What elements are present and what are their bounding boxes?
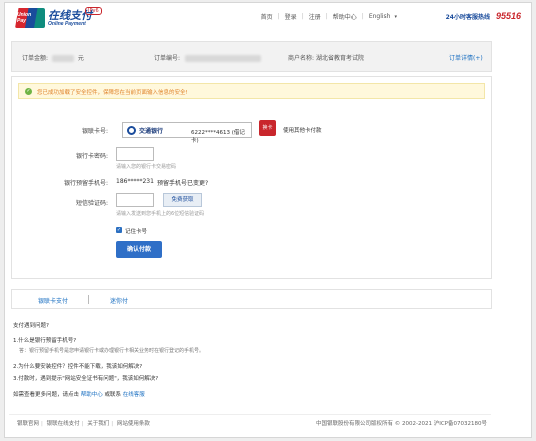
footer-link-online-pay[interactable]: 银联在线支付 <box>47 421 80 427</box>
merchant: 商户名称: 湖北省教育考试院 <box>288 53 364 62</box>
order-amount-label: 订单金额: <box>22 55 49 62</box>
faq-or-text: 或联系 <box>104 392 122 398</box>
hotline: 24小时客服热线 95516 <box>446 11 521 21</box>
order-number-label: 订单编号: <box>154 55 181 62</box>
page: Union Pay 在线支付 Online Payment IPv6 首页 | 登录… <box>4 2 532 438</box>
remember-card-checkbox[interactable]: ✓ <box>116 227 122 233</box>
online-service-link[interactable]: 在线客服 <box>123 392 145 398</box>
payment-form-panel: ✓ 您已成功加载了安全控件，保障您在当前页面输入信息的安全! 银联卡号: 交通银… <box>11 76 492 279</box>
check-icon: ✓ <box>25 88 32 95</box>
order-amount-unit: 元 <box>77 55 84 62</box>
card-select[interactable]: 交通银行 6222****4613 (借记卡) <box>122 122 252 144</box>
tab-divider <box>88 295 89 304</box>
bank-name: 交通银行 <box>139 128 164 135</box>
faq-title: 支付遇到问题? <box>13 323 49 329</box>
tab-unionpay-card[interactable]: 银联卡支付 <box>38 296 68 305</box>
footer-links: 银联官网 | 银联在线支付 | 关于我们 | 网站使用条款 <box>17 421 150 427</box>
sms-code-hint: 请输入发送到您手机上的6位短信验证码 <box>116 211 205 217</box>
notice-text: 您已成功加载了安全控件，保障您在当前页面输入信息的安全! <box>37 90 188 96</box>
merchant-name: 湖北省教育考试院 <box>315 55 364 62</box>
header: Union Pay 在线支付 Online Payment IPv6 首页 | 登录… <box>5 3 531 33</box>
faq-a1: 答：银行预留手机号是您申请银行卡或办理银行卡相关业务时在银行登记的手机号。 <box>19 348 205 354</box>
footer-link-about[interactable]: 关于我们 <box>87 421 109 427</box>
faq-q3[interactable]: 3.付款时，遇到提示"网站安全证书有问题"，我该如何解决? <box>13 374 158 382</box>
nav-login[interactable]: 登录 <box>281 12 301 21</box>
password-hint: 请输入您的银行卡交易密码 <box>116 164 177 170</box>
get-sms-code-button[interactable]: 免费获取 <box>163 193 202 207</box>
hotline-number: 95516 <box>495 11 521 21</box>
remember-card-label: 记住卡号 <box>125 229 148 235</box>
brand-subtitle: Online Payment <box>48 21 86 27</box>
sms-code-input[interactable] <box>116 193 154 207</box>
security-notice: ✓ 您已成功加载了安全控件，保障您在当前页面输入信息的安全! <box>18 83 485 99</box>
faq-more: 如需查看更多问题，请点击 帮助中心 或联系 在线客服 <box>13 390 145 398</box>
chevron-down-icon[interactable]: ▾ <box>394 14 401 20</box>
phone-value: 186*****231 <box>116 178 154 185</box>
tab-mini-pay[interactable]: 迷你付 <box>110 296 128 305</box>
nav-home[interactable]: 首页 <box>257 12 277 21</box>
faq-q2[interactable]: 2.为什么要安装控件？控件不能下载，我该如何解决? <box>13 362 142 370</box>
ipv6-badge: IPv6 <box>85 7 102 15</box>
password-label: 银行卡密码: <box>75 153 108 160</box>
faq-q1[interactable]: 1.什么是银行预留手机号? <box>13 336 76 344</box>
nav-help[interactable]: 帮助中心 <box>329 12 361 21</box>
sms-code-label: 短信验证码: <box>75 200 108 207</box>
change-card-button[interactable]: 换卡 <box>259 120 276 136</box>
card-number: 6222****4613 (借记卡) <box>191 130 245 144</box>
other-card-link[interactable]: 使用其他卡付款 <box>283 126 322 134</box>
order-detail-link[interactable]: 订单详情(+) <box>449 53 483 62</box>
top-nav: 首页 | 登录 | 注册 | 帮助中心 | English ▾ <box>257 12 401 21</box>
card-number-label: 银联卡号: <box>81 128 108 135</box>
nav-register[interactable]: 注册 <box>305 12 325 21</box>
footer-link-terms[interactable]: 网站使用条款 <box>117 421 150 427</box>
footer: 银联官网 | 银联在线支付 | 关于我们 | 网站使用条款 中国银联股份有限公司版权所… <box>9 414 491 427</box>
confirm-pay-button[interactable]: 确认付款 <box>116 241 162 258</box>
payment-tabs: 银联卡支付 迷你付 <box>11 289 492 309</box>
nav-language[interactable]: English <box>365 13 395 20</box>
order-number: 订单编号: <box>154 53 261 62</box>
merchant-label: 商户名称: <box>288 55 315 62</box>
unionpay-logo: Union Pay <box>15 8 45 28</box>
redacted-order-number <box>184 55 261 62</box>
phone-changed-link[interactable]: 预留手机号已变更? <box>157 178 208 187</box>
order-amount: 订单金额: 元 <box>22 53 84 62</box>
faq-more-text: 如需查看更多问题，请点击 <box>13 392 80 398</box>
order-info-bar: 订单金额: 元 订单编号: 商户名称: 湖北省教育考试院 订单详情(+) <box>11 41 492 72</box>
phone-label: 银行预留手机号: <box>63 180 108 187</box>
help-center-link[interactable]: 帮助中心 <box>81 392 103 398</box>
hotline-label: 24小时客服热线 <box>445 14 490 21</box>
redacted-amount <box>51 55 74 62</box>
footer-link-unionpay[interactable]: 银联官网 <box>17 421 39 427</box>
bank-logo-icon <box>127 126 136 135</box>
copyright: 中国银联股份有限公司版权所有 © 2002-2021 沪ICP备07032180… <box>316 421 487 427</box>
password-input[interactable] <box>116 147 154 161</box>
